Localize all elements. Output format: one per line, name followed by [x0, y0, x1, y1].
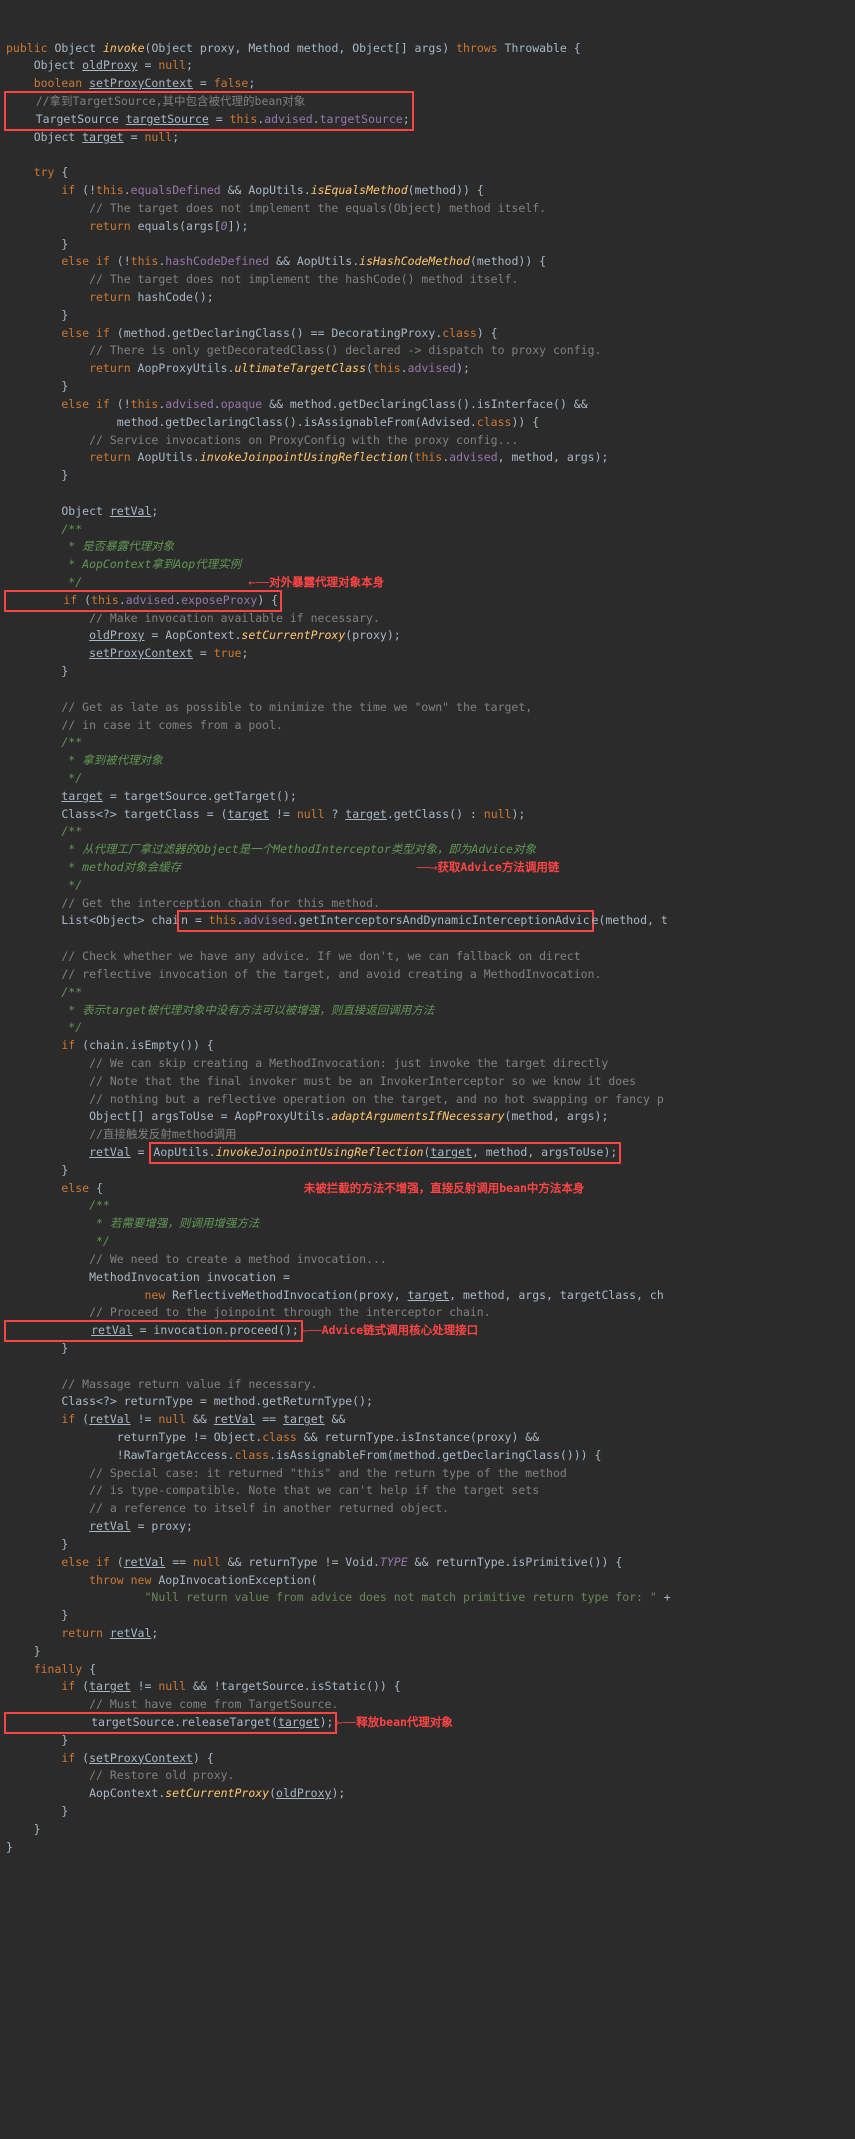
box-proceed: retVal = invocation.proceed();	[4, 1320, 303, 1342]
box-exposeproxy: if (this.advised.exposeProxy) {	[4, 590, 282, 612]
arrow-icon: ←——	[335, 1715, 356, 1729]
arrow-icon: ←——	[248, 575, 269, 589]
arrow-icon: ——→	[417, 860, 438, 874]
code-block: public Object invoke(Object proxy, Metho…	[6, 40, 849, 1857]
annotation-4: Advice链式调用核心处理接口	[322, 1323, 479, 1337]
box-getinterceptors: n = this.advised.getInterceptorsAndDynam…	[177, 910, 594, 932]
annotation-3: 未被拦截的方法不增强，直接反射调用bean中方法本身	[304, 1181, 585, 1195]
annotation-5: 释放bean代理对象	[356, 1715, 453, 1729]
box-releasetarget: targetSource.releaseTarget(target);	[4, 1712, 337, 1734]
box-invokejoinpoint: AopUtils.invokeJoinpointUsingReflection(…	[149, 1142, 621, 1164]
annotation-2: 获取Advice方法调用链	[437, 860, 559, 874]
annotation-1: 对外暴露代理对象本身	[269, 575, 384, 589]
box-targetsource: //拿到TargetSource,其中包含被代理的bean对象 TargetSo…	[4, 91, 414, 131]
arrow-icon: ←——	[301, 1323, 322, 1337]
